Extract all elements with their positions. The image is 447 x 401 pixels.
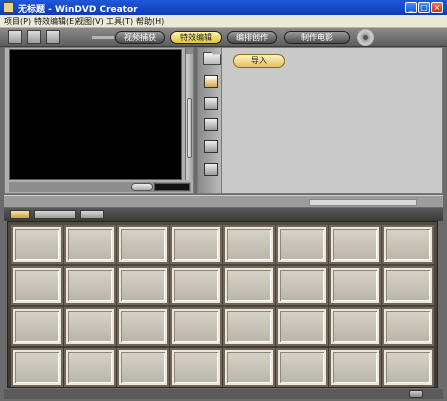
import-button[interactable]: 导入 bbox=[233, 54, 285, 68]
storyboard-cell[interactable] bbox=[13, 309, 61, 344]
storyboard-cell[interactable] bbox=[172, 309, 220, 344]
tab-storyboard[interactable] bbox=[10, 210, 30, 219]
storyboard-cell[interactable] bbox=[278, 350, 326, 385]
storyboard-cell[interactable] bbox=[331, 227, 379, 262]
storyboard-cell[interactable] bbox=[331, 268, 379, 303]
storyboard-cell[interactable] bbox=[384, 227, 432, 262]
storyboard-cell[interactable] bbox=[225, 227, 273, 262]
storyboard-cell[interactable] bbox=[66, 227, 114, 262]
status-bar bbox=[4, 389, 443, 399]
storyboard-cell[interactable] bbox=[384, 268, 432, 303]
shape-icon[interactable] bbox=[204, 118, 218, 131]
step-effects-edit[interactable]: 特效编辑 bbox=[170, 31, 222, 44]
menu-view[interactable]: 视图(V) bbox=[76, 16, 104, 27]
menu-effects-edit[interactable]: 特效编辑(E) bbox=[34, 16, 77, 27]
storyboard-cell[interactable] bbox=[384, 309, 432, 344]
storyboard-cell[interactable] bbox=[384, 350, 432, 385]
progress-field bbox=[309, 199, 417, 206]
storyboard-cell[interactable] bbox=[66, 309, 114, 344]
library-sidebar bbox=[198, 48, 222, 193]
menu-project[interactable]: 项目(P) bbox=[4, 16, 31, 27]
title-bar: 无标题 - WinDVD Creator _ □ × bbox=[0, 0, 447, 15]
storyboard-cell[interactable] bbox=[278, 268, 326, 303]
storyboard-tab-row bbox=[4, 208, 443, 221]
close-button[interactable]: × bbox=[431, 2, 443, 13]
scroll-up-arrow[interactable] bbox=[186, 48, 193, 54]
title-icon[interactable] bbox=[204, 163, 218, 176]
texture-icon[interactable] bbox=[204, 140, 218, 153]
storyboard-cell[interactable] bbox=[278, 227, 326, 262]
storyboard-cell[interactable] bbox=[172, 268, 220, 303]
menu-bar: 项目(P) 特效编辑(E) 视图(V) 工具(T) 帮助(H) bbox=[0, 15, 447, 28]
preview-control-bar bbox=[9, 182, 191, 192]
storyboard-grid bbox=[7, 221, 438, 388]
step-make-movie[interactable]: 制作电影 bbox=[284, 31, 350, 44]
storyboard-cell[interactable] bbox=[225, 309, 273, 344]
step-authoring[interactable]: 编排创作 bbox=[227, 31, 277, 44]
transition-icon[interactable] bbox=[204, 97, 218, 110]
storyboard-cell[interactable] bbox=[119, 227, 167, 262]
storyboard-cell[interactable] bbox=[225, 350, 273, 385]
storyboard-cell[interactable] bbox=[66, 350, 114, 385]
video-preview-screen bbox=[9, 49, 182, 180]
app-icon bbox=[3, 2, 14, 13]
arrow-divider bbox=[92, 36, 114, 39]
film-icon[interactable] bbox=[204, 75, 218, 88]
toolbar: 视频捕获 特效编辑 编排创作 制作电影 bbox=[0, 28, 447, 47]
minimize-button[interactable]: _ bbox=[405, 2, 417, 13]
save-icon[interactable] bbox=[46, 30, 60, 44]
storyboard-cell[interactable] bbox=[119, 268, 167, 303]
folder-icon[interactable] bbox=[203, 52, 221, 65]
tab-timeline[interactable] bbox=[34, 210, 76, 219]
info-strip bbox=[4, 195, 443, 207]
tab-audio[interactable] bbox=[80, 210, 104, 219]
window-title: 无标题 - WinDVD Creator bbox=[18, 5, 138, 15]
volume-slider[interactable] bbox=[131, 183, 153, 191]
storyboard-cell[interactable] bbox=[119, 309, 167, 344]
preview-scrollbar[interactable] bbox=[185, 48, 193, 180]
library-panel: 导入 bbox=[197, 47, 443, 194]
storyboard-cell[interactable] bbox=[331, 309, 379, 344]
storyboard-cell[interactable] bbox=[119, 350, 167, 385]
print-icon[interactable] bbox=[27, 30, 41, 44]
time-display bbox=[154, 183, 190, 191]
disc-icon bbox=[357, 29, 374, 46]
storyboard-cell[interactable] bbox=[278, 309, 326, 344]
storyboard-cell[interactable] bbox=[13, 227, 61, 262]
storyboard-cell[interactable] bbox=[331, 350, 379, 385]
storyboard-cell[interactable] bbox=[225, 268, 273, 303]
storyboard-cell[interactable] bbox=[13, 268, 61, 303]
scrollbar-thumb[interactable] bbox=[187, 98, 192, 158]
preview-panel bbox=[4, 47, 194, 194]
storyboard-cell[interactable] bbox=[13, 350, 61, 385]
new-project-icon[interactable] bbox=[8, 30, 22, 44]
maximize-button[interactable]: □ bbox=[418, 2, 430, 13]
menu-help[interactable]: 帮助(H) bbox=[136, 16, 164, 27]
step-video-capture[interactable]: 视频捕获 bbox=[115, 31, 165, 44]
storyboard-cell[interactable] bbox=[172, 227, 220, 262]
storyboard-cell[interactable] bbox=[172, 350, 220, 385]
status-button[interactable] bbox=[409, 390, 423, 398]
storyboard-cell[interactable] bbox=[66, 268, 114, 303]
menu-tools[interactable]: 工具(T) bbox=[106, 16, 133, 27]
